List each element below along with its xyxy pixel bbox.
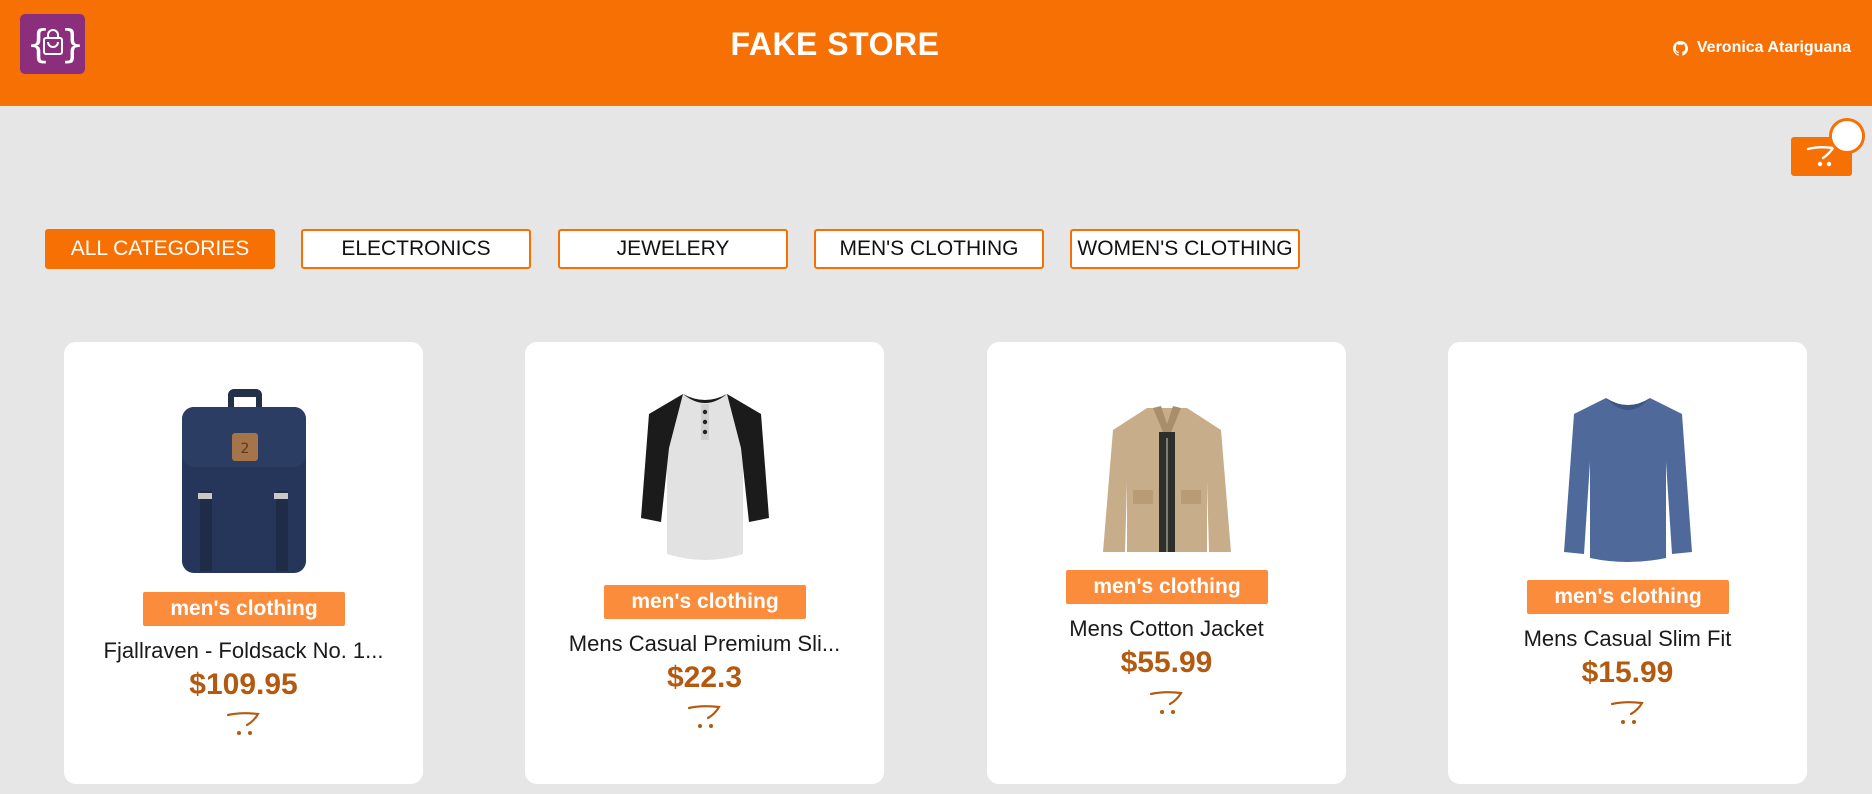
product-category-badge: men's clothing	[143, 592, 345, 626]
product-image	[525, 388, 884, 568]
cart-icon	[1149, 691, 1183, 714]
category-jewelery-button[interactable]: JEWELERY	[558, 229, 788, 269]
header: { } FAKE STORE Veronica Atariguana	[0, 0, 1872, 106]
cart-icon	[1610, 701, 1644, 724]
category-all-button[interactable]: ALL CATEGORIES	[45, 229, 275, 269]
product-image: 2	[64, 381, 423, 576]
product-card[interactable]: men's clothing Mens Cotton Jacket $55.99	[987, 342, 1346, 784]
add-to-cart-button[interactable]	[685, 700, 725, 734]
cart-icon	[226, 712, 260, 735]
longsleeve-shirt-image	[1563, 398, 1692, 562]
product-category-badge: men's clothing	[1066, 570, 1268, 604]
product-name: Mens Casual Premium Sli...	[568, 631, 841, 656]
backpack-image: 2	[181, 389, 306, 573]
product-category-badge: men's clothing	[604, 585, 806, 619]
product-card[interactable]: 2 men's clothing Fjallraven - Foldsack N…	[64, 342, 423, 784]
github-icon	[1672, 40, 1688, 56]
add-to-cart-button[interactable]	[224, 707, 264, 741]
category-mens-clothing-button[interactable]: MEN'S CLOTHING	[814, 229, 1044, 269]
category-womens-clothing-button[interactable]: WOMEN'S CLOTHING	[1070, 229, 1300, 269]
product-category-badge: men's clothing	[1527, 580, 1729, 614]
raglan-shirt-image	[640, 394, 769, 560]
user-name: Veronica Atariguana	[1696, 39, 1851, 56]
product-price: $22.3	[666, 661, 743, 694]
product-name: Fjallraven - Foldsack No. 1...	[103, 638, 384, 663]
product-name: Mens Cotton Jacket	[1069, 616, 1264, 641]
add-to-cart-button[interactable]	[1608, 696, 1648, 730]
add-to-cart-button[interactable]	[1147, 686, 1187, 720]
product-price: $15.99	[1581, 656, 1674, 689]
svg-text:2: 2	[240, 441, 249, 457]
jacket-image	[1102, 406, 1231, 552]
product-price: $55.99	[1120, 646, 1213, 679]
user-profile-link[interactable]: Veronica Atariguana	[1672, 39, 1851, 57]
cart-count-badge	[1829, 118, 1865, 154]
cart-icon	[687, 705, 721, 728]
product-card[interactable]: men's clothing Mens Casual Premium Sli..…	[525, 342, 884, 784]
product-price: $109.95	[189, 668, 298, 701]
page-title: FAKE STORE	[730, 26, 940, 62]
product-card[interactable]: men's clothing Mens Casual Slim Fit $15.…	[1448, 342, 1807, 784]
product-image	[987, 402, 1346, 557]
category-electronics-button[interactable]: ELECTRONICS	[301, 229, 531, 269]
product-image	[1448, 392, 1807, 567]
product-name: Mens Casual Slim Fit	[1523, 626, 1732, 651]
